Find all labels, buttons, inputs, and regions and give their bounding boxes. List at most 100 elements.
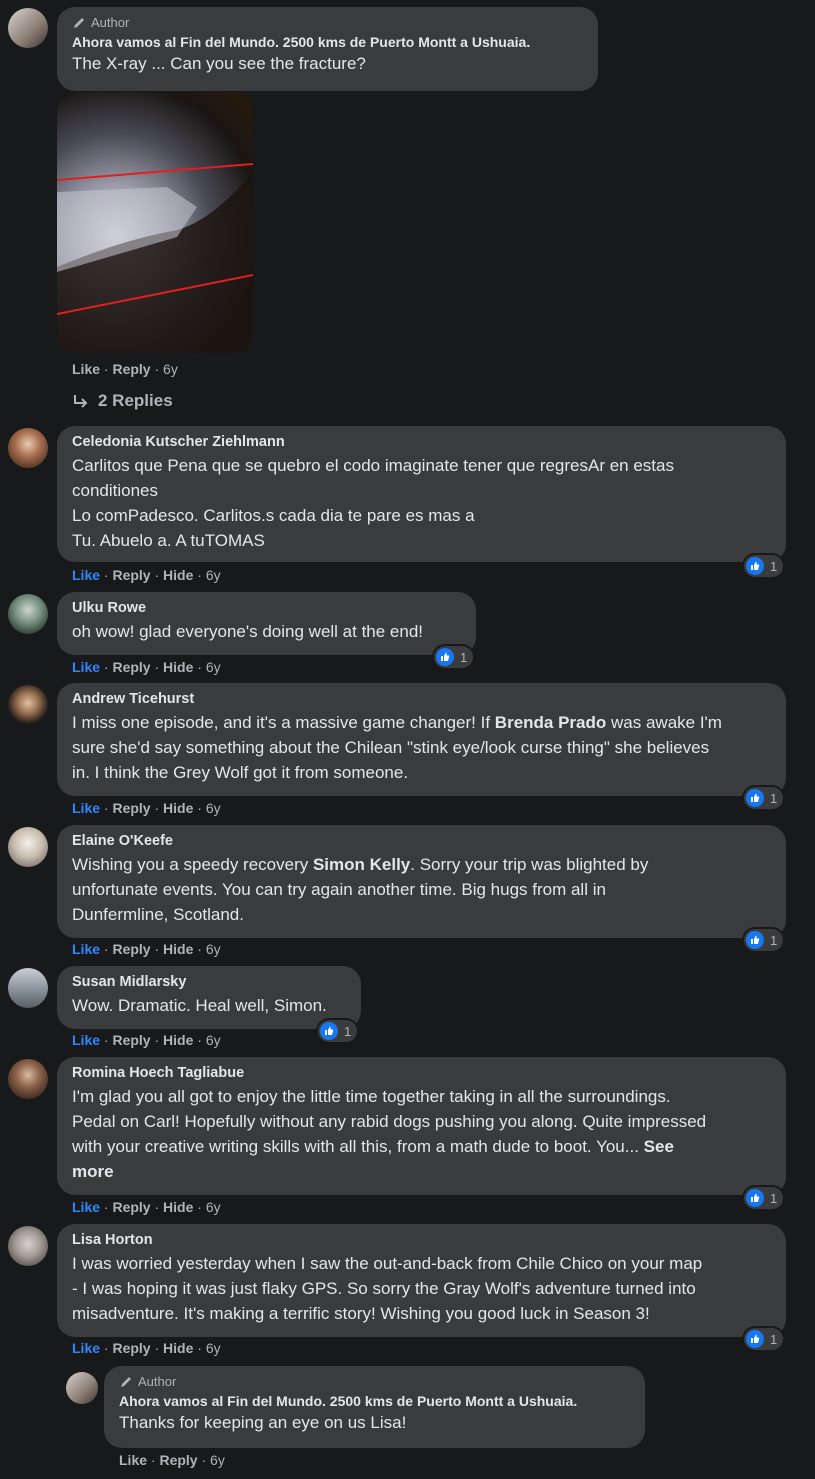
timestamp[interactable]: 6y bbox=[163, 361, 178, 377]
hide-button[interactable]: Hide bbox=[163, 1199, 193, 1215]
comment-bubble: Celedonia Kutscher Ziehlmann Carlitos qu… bbox=[57, 426, 786, 562]
comment-text: Wow. Dramatic. Heal well, Simon. bbox=[72, 996, 327, 1015]
comment-bubble: Lisa Horton I was worried yesterday when… bbox=[57, 1224, 786, 1337]
comment-actions: Like · Reply · Hide · 6y bbox=[72, 567, 221, 583]
view-replies-link[interactable]: 2 Replies bbox=[72, 391, 173, 411]
reply-button[interactable]: Reply bbox=[159, 1452, 197, 1468]
avatar[interactable] bbox=[8, 685, 48, 725]
thumbs-up-icon bbox=[436, 648, 454, 666]
timestamp[interactable]: 6y bbox=[210, 1452, 225, 1468]
comment-text: The X-ray ... Can you see the fracture? bbox=[72, 54, 366, 73]
like-button[interactable]: Like bbox=[119, 1452, 147, 1468]
author-name[interactable]: Ahora vamos al Fin del Mundo. 2500 kms d… bbox=[72, 34, 583, 50]
reaction-count[interactable]: 1 bbox=[744, 1187, 784, 1209]
like-button[interactable]: Like bbox=[72, 659, 100, 675]
avatar[interactable] bbox=[8, 968, 48, 1008]
comment-bubble: Susan Midlarsky Wow. Dramatic. Heal well… bbox=[57, 966, 361, 1029]
comment-text: Wishing you a speedy recovery Simon Kell… bbox=[72, 855, 649, 924]
timestamp[interactable]: 6y bbox=[206, 800, 221, 816]
author-avatar[interactable] bbox=[8, 8, 48, 48]
avatar[interactable] bbox=[8, 1059, 48, 1099]
reaction-count[interactable]: 1 bbox=[318, 1020, 358, 1042]
comment-text: I miss one episode, and it's a massive g… bbox=[72, 713, 722, 782]
comment-bubble: Elaine O'Keefe Wishing you a speedy reco… bbox=[57, 825, 786, 938]
comment-text: I'm glad you all got to enjoy the little… bbox=[72, 1087, 707, 1181]
author-badge: Author bbox=[119, 1374, 630, 1389]
thumbs-up-icon bbox=[320, 1022, 338, 1040]
commenter-name[interactable]: Romina Hoech Tagliabue bbox=[72, 1065, 771, 1081]
like-button[interactable]: Like bbox=[72, 1199, 100, 1215]
comment-text: Thanks for keeping an eye on us Lisa! bbox=[119, 1413, 407, 1432]
reply-button[interactable]: Reply bbox=[112, 1199, 150, 1215]
timestamp[interactable]: 6y bbox=[206, 1340, 221, 1356]
see-more-link[interactable]: See bbox=[644, 1137, 674, 1156]
reaction-count[interactable]: 1 bbox=[744, 1328, 784, 1350]
mention-link[interactable]: Simon Kelly bbox=[313, 855, 410, 874]
see-more-link[interactable]: more bbox=[72, 1162, 114, 1181]
reply-button[interactable]: Reply bbox=[112, 800, 150, 816]
commenter-name[interactable]: Ulku Rowe bbox=[72, 600, 461, 616]
like-button[interactable]: Like bbox=[72, 361, 100, 377]
thumbs-up-icon bbox=[746, 789, 764, 807]
author-comment-bubble: Author Ahora vamos al Fin del Mundo. 250… bbox=[57, 7, 598, 91]
thumbs-up-icon bbox=[746, 931, 764, 949]
timestamp[interactable]: 6y bbox=[206, 1199, 221, 1215]
reply-button[interactable]: Reply bbox=[112, 1032, 150, 1048]
thumbs-up-icon bbox=[746, 1330, 764, 1348]
hide-button[interactable]: Hide bbox=[163, 1340, 193, 1356]
avatar[interactable] bbox=[8, 428, 48, 468]
comment-text: oh wow! glad everyone's doing well at th… bbox=[72, 622, 424, 641]
hide-button[interactable]: Hide bbox=[163, 800, 193, 816]
thumbs-up-icon bbox=[746, 1189, 764, 1207]
reaction-count[interactable]: 1 bbox=[744, 787, 784, 809]
pencil-icon bbox=[74, 17, 84, 28]
comment-text: I was worried yesterday when I saw the o… bbox=[72, 1254, 703, 1323]
commenter-name[interactable]: Lisa Horton bbox=[72, 1232, 771, 1248]
reply-button[interactable]: Reply bbox=[112, 1340, 150, 1356]
comment-text: Carlitos que Pena que se quebro el codo … bbox=[72, 456, 674, 550]
timestamp[interactable]: 6y bbox=[206, 941, 221, 957]
commenter-name[interactable]: Andrew Ticehurst bbox=[72, 691, 771, 707]
timestamp[interactable]: 6y bbox=[206, 1032, 221, 1048]
hide-button[interactable]: Hide bbox=[163, 1032, 193, 1048]
like-button[interactable]: Like bbox=[72, 1340, 100, 1356]
like-button[interactable]: Like bbox=[72, 800, 100, 816]
like-button[interactable]: Like bbox=[72, 1032, 100, 1048]
comment-bubble: Ulku Rowe oh wow! glad everyone's doing … bbox=[57, 592, 476, 655]
avatar[interactable] bbox=[8, 827, 48, 867]
commenter-name[interactable]: Celedonia Kutscher Ziehlmann bbox=[72, 434, 771, 450]
reaction-count[interactable]: 1 bbox=[744, 555, 784, 577]
reply-button[interactable]: Reply bbox=[112, 659, 150, 675]
hide-button[interactable]: Hide bbox=[163, 941, 193, 957]
author-avatar[interactable] bbox=[66, 1372, 98, 1404]
timestamp[interactable]: 6y bbox=[206, 659, 221, 675]
reaction-count[interactable]: 1 bbox=[744, 929, 784, 951]
avatar[interactable] bbox=[8, 1226, 48, 1266]
avatar[interactable] bbox=[8, 594, 48, 634]
like-button[interactable]: Like bbox=[72, 941, 100, 957]
hide-button[interactable]: Hide bbox=[163, 659, 193, 675]
comment-actions: Like · Reply · Hide · 6y bbox=[72, 800, 221, 816]
reply-button[interactable]: Reply bbox=[112, 941, 150, 957]
mention-link[interactable]: Brenda Prado bbox=[495, 713, 606, 732]
hide-button[interactable]: Hide bbox=[163, 567, 193, 583]
comment-actions: Like · Reply · Hide · 6y bbox=[72, 1340, 221, 1356]
reply-button[interactable]: Reply bbox=[112, 567, 150, 583]
author-name[interactable]: Ahora vamos al Fin del Mundo. 2500 kms d… bbox=[119, 1393, 630, 1409]
comment-actions: Like · Reply · Hide · 6y bbox=[72, 659, 221, 675]
author-reply-bubble: Author Ahora vamos al Fin del Mundo. 250… bbox=[104, 1366, 645, 1448]
thumbs-up-icon bbox=[746, 557, 764, 575]
comment-actions: Like · Reply · Hide · 6y bbox=[72, 1032, 221, 1048]
comment-actions: Like · Reply · Hide · 6y bbox=[72, 1199, 221, 1215]
xray-image[interactable] bbox=[57, 92, 253, 353]
author-reply-actions: Like · Reply · 6y bbox=[119, 1452, 225, 1468]
reply-button[interactable]: Reply bbox=[112, 361, 150, 377]
author-comment-actions: Like · Reply · 6y bbox=[72, 361, 178, 377]
reply-arrow-icon bbox=[74, 395, 88, 408]
comment-bubble: Romina Hoech Tagliabue I'm glad you all … bbox=[57, 1057, 786, 1195]
commenter-name[interactable]: Elaine O'Keefe bbox=[72, 833, 771, 849]
like-button[interactable]: Like bbox=[72, 567, 100, 583]
commenter-name[interactable]: Susan Midlarsky bbox=[72, 974, 346, 990]
reaction-count[interactable]: 1 bbox=[434, 646, 474, 668]
timestamp[interactable]: 6y bbox=[206, 567, 221, 583]
